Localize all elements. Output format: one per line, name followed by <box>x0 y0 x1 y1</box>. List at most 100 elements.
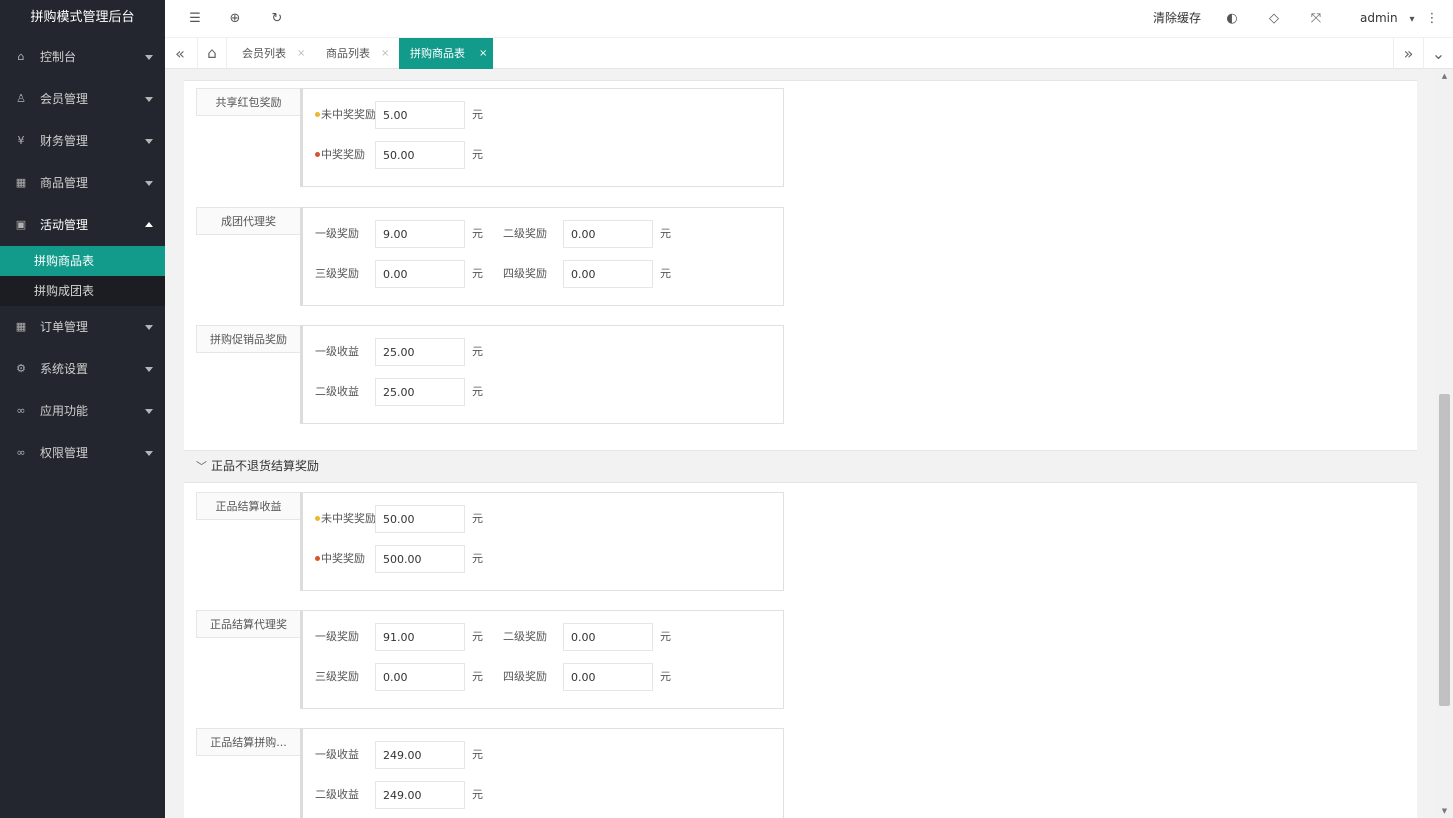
field-label: 四级奖励 <box>503 663 547 691</box>
reward-input[interactable] <box>375 378 465 406</box>
reward-input[interactable] <box>375 505 465 533</box>
theme-icon[interactable]: ◐ <box>1223 10 1241 28</box>
chevron-down-icon: ﹀ <box>196 460 207 473</box>
sidebar-item-6[interactable]: ⚙ 系统设置 <box>0 348 165 390</box>
group-label: 共享红包奖励 <box>196 88 301 116</box>
sidebar-item-label: 商品管理 <box>40 176 89 190</box>
reward-input[interactable] <box>375 741 465 769</box>
section-header-top <box>184 69 1417 81</box>
caret-icon <box>145 97 153 102</box>
unit-label: 元 <box>472 788 483 801</box>
tabs-prev-icon[interactable]: « <box>167 38 193 69</box>
reward-group: 一级收益元二级收益 元 <box>300 728 784 818</box>
tabs-next-icon[interactable]: » <box>1393 38 1423 69</box>
reward-input[interactable] <box>563 623 653 651</box>
field-label: 三级奖励 <box>315 260 359 288</box>
field-label-text: 未中奖奖励 <box>321 108 376 121</box>
sidebar-item-1[interactable]: ♙ 会员管理 <box>0 78 165 120</box>
home-tab-icon[interactable]: ⌂ <box>197 38 227 69</box>
sidebar-item-3[interactable]: ▦ 商品管理 <box>0 162 165 204</box>
unit-label: 元 <box>472 630 483 643</box>
globe-icon[interactable]: ⊕ <box>226 10 244 28</box>
close-icon[interactable]: × <box>381 38 389 69</box>
fullscreen-icon[interactable]: ⤧ <box>1307 10 1325 28</box>
clear-cache-button[interactable]: 清除缓存 <box>1153 0 1201 37</box>
sidebar-item-label: 系统设置 <box>40 362 89 376</box>
sidebar-item-4[interactable]: ▣ 活动管理 <box>0 204 165 246</box>
caret-icon <box>145 325 153 330</box>
field-label-text: 四级奖励 <box>503 267 547 280</box>
reward-input[interactable] <box>375 623 465 651</box>
sidebar-item-7[interactable]: ∞ 应用功能 <box>0 390 165 432</box>
sidebar-subitem-1[interactable]: 拼购成团表 <box>0 276 165 306</box>
reward-input[interactable] <box>375 781 465 809</box>
field-label: 中奖奖励 <box>315 545 365 573</box>
field-label: 三级奖励 <box>315 663 359 691</box>
sidebar-subitem-0[interactable]: 拼购商品表 <box>0 246 165 276</box>
tabs-dropdown-icon[interactable]: ⌄ <box>1423 38 1453 69</box>
sidebar-item-2[interactable]: ¥ 财务管理 <box>0 120 165 162</box>
reward-input[interactable] <box>375 338 465 366</box>
more-icon[interactable]: ⋮ <box>1423 10 1441 28</box>
tab-1[interactable]: 商品列表 × <box>311 38 395 69</box>
gear-icon: ⚙ <box>16 362 26 375</box>
group-label: 正品结算代理奖 <box>196 610 301 638</box>
sidebar-item-label: 财务管理 <box>40 134 89 148</box>
caret-icon <box>145 181 153 186</box>
scroll-down-icon[interactable]: ▼ <box>1436 804 1453 818</box>
vertical-scrollbar[interactable]: ▲ ▼ <box>1436 69 1453 818</box>
field-label-text: 二级奖励 <box>503 630 547 643</box>
order-icon: ▦ <box>15 320 27 333</box>
form-row: 一级奖励 元 二级奖励 元 <box>315 623 775 651</box>
field-label: 四级奖励 <box>503 260 547 288</box>
status-dot-icon <box>315 515 320 521</box>
unit-label: 元 <box>472 227 483 240</box>
reward-input[interactable] <box>375 101 465 129</box>
unit-label: 元 <box>660 267 671 280</box>
top-header: ☰ ⊕ ↻ 清除缓存 ◐ ◇ ⤧ admin ▾ ⋮ <box>165 0 1453 37</box>
reward-input[interactable] <box>563 220 653 248</box>
tab-label: 商品列表 <box>326 47 370 60</box>
tab-label: 拼购商品表 <box>410 47 465 60</box>
form-row: 未中奖奖励 元 <box>315 505 775 533</box>
reward-input[interactable] <box>563 663 653 691</box>
tab-0[interactable]: 会员列表 × <box>227 38 311 69</box>
reward-input[interactable] <box>375 141 465 169</box>
field-label: 二级收益 <box>315 378 359 406</box>
user-icon: ♙ <box>16 92 26 105</box>
user-menu[interactable]: admin ▾ <box>1360 0 1414 37</box>
sidebar-item-label: 控制台 <box>40 50 77 64</box>
sidebar-item-label: 应用功能 <box>40 404 89 418</box>
tag-icon[interactable]: ◇ <box>1265 10 1283 28</box>
caret-icon <box>145 451 153 456</box>
link-icon: ∞ <box>16 404 26 417</box>
sidebar-item-8[interactable]: ∞ 权限管理 <box>0 432 165 474</box>
tab-2[interactable]: 拼购商品表 × <box>399 38 493 69</box>
scrollbar-thumb[interactable] <box>1439 394 1450 706</box>
field-label: 二级奖励 <box>503 623 547 651</box>
reward-input[interactable] <box>375 220 465 248</box>
reward-input[interactable] <box>375 663 465 691</box>
reward-input[interactable] <box>375 260 465 288</box>
field-label-text: 中奖奖励 <box>321 148 365 161</box>
caret-icon <box>145 55 153 60</box>
unit-label: 元 <box>472 552 483 565</box>
scroll-up-icon[interactable]: ▲ <box>1436 69 1453 83</box>
menu-toggle-icon[interactable]: ☰ <box>186 10 204 28</box>
form-row: 一级收益 元 <box>315 741 775 769</box>
unit-label: 元 <box>660 630 671 643</box>
sidebar-item-0[interactable]: ⌂ 控制台 <box>0 36 165 78</box>
section-header-settlement[interactable]: ﹀ 正品不退货结算奖励 <box>184 450 1417 483</box>
reward-input[interactable] <box>375 545 465 573</box>
close-icon[interactable]: × <box>479 38 487 69</box>
reward-input[interactable] <box>563 260 653 288</box>
field-label-text: 二级收益 <box>315 788 359 801</box>
field-label: 一级奖励 <box>315 220 359 248</box>
sidebar-item-5[interactable]: ▦ 订单管理 <box>0 306 165 348</box>
field-label-text: 中奖奖励 <box>321 552 365 565</box>
refresh-icon[interactable]: ↻ <box>268 10 286 28</box>
unit-label: 元 <box>472 670 483 683</box>
field-label-text: 四级奖励 <box>503 670 547 683</box>
close-icon[interactable]: × <box>297 38 305 69</box>
field-label: 未中奖奖励 <box>315 101 376 129</box>
